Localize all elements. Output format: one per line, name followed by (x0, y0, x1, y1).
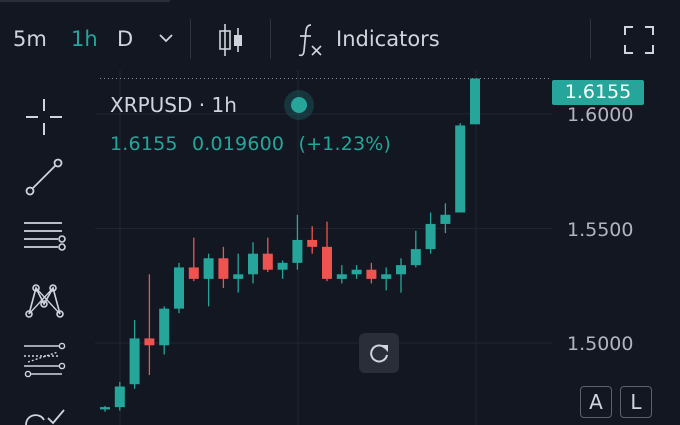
price-axis-label: 1.5000 (567, 333, 634, 355)
candle-body (218, 258, 229, 279)
pattern-icon[interactable] (20, 276, 68, 324)
toolbar-separator (270, 19, 271, 59)
auto-scale-button[interactable]: A (580, 386, 612, 418)
symbol-legend[interactable]: XRPUSD · 1h (110, 93, 237, 117)
candle-body (425, 223, 436, 250)
candle-body (248, 253, 258, 275)
candle-body (336, 274, 347, 279)
legend-separator: · (198, 93, 206, 117)
legend-close: 1.6155 (110, 133, 178, 155)
price-axis-label: 1.5500 (567, 219, 634, 241)
fx-icon[interactable] (297, 22, 325, 58)
candle-body (144, 338, 155, 346)
candle-body (159, 308, 170, 346)
candle-body (366, 269, 377, 279)
indicators-button[interactable]: Indicators (336, 27, 440, 51)
candle-body (396, 265, 406, 275)
timeframe-1h[interactable]: 1h (71, 27, 98, 51)
candle-body (129, 338, 140, 385)
candle-body (174, 267, 184, 309)
timeframe-d[interactable]: D (117, 27, 133, 51)
trend-line-icon[interactable] (20, 153, 68, 201)
log-scale-button[interactable]: L (620, 386, 652, 418)
candle-body (292, 239, 303, 263)
candle-body (455, 125, 466, 213)
candle-body (440, 214, 451, 224)
candle-body (114, 386, 125, 408)
toolbar-separator (590, 19, 591, 59)
current-price-badge: 1.6155 (552, 80, 644, 105)
candle-body (188, 267, 199, 279)
candle-body (203, 258, 214, 279)
fullscreen-icon[interactable] (624, 26, 654, 54)
candle-body (381, 274, 392, 279)
candle-body (351, 269, 362, 275)
legend-values: 1.6155 0.019600 (+1.23%) (110, 133, 399, 155)
candlestick-icon[interactable] (216, 22, 246, 58)
candle-body (470, 78, 480, 125)
reset-chart-button[interactable] (359, 333, 399, 373)
candle-body (100, 407, 110, 410)
chevron-down-icon[interactable] (158, 32, 174, 44)
crosshair-icon[interactable] (20, 93, 68, 141)
legend-change-pct: (+1.23%) (298, 133, 392, 155)
reset-icon (370, 344, 388, 363)
price-axis-label: 1.6000 (567, 104, 634, 126)
legend-change: 0.019600 (191, 133, 285, 155)
symbol-name: XRPUSD (110, 93, 193, 117)
candle-body (277, 262, 288, 270)
candle-body (307, 239, 318, 247)
candle-body (233, 274, 244, 279)
market-status-dot (284, 90, 314, 120)
more-tools-icon[interactable] (20, 400, 68, 425)
legend-interval: 1h (211, 93, 237, 117)
candle-body (322, 246, 332, 279)
fib-levels-icon[interactable] (20, 338, 68, 386)
top-toolbar: 5m 1h D Indicators (0, 2, 680, 70)
timeframe-5m[interactable]: 5m (13, 27, 47, 51)
horizontal-lines-icon[interactable] (20, 213, 68, 261)
toolbar-separator (190, 19, 191, 59)
candle-body (410, 249, 421, 266)
candle-body (262, 253, 273, 270)
